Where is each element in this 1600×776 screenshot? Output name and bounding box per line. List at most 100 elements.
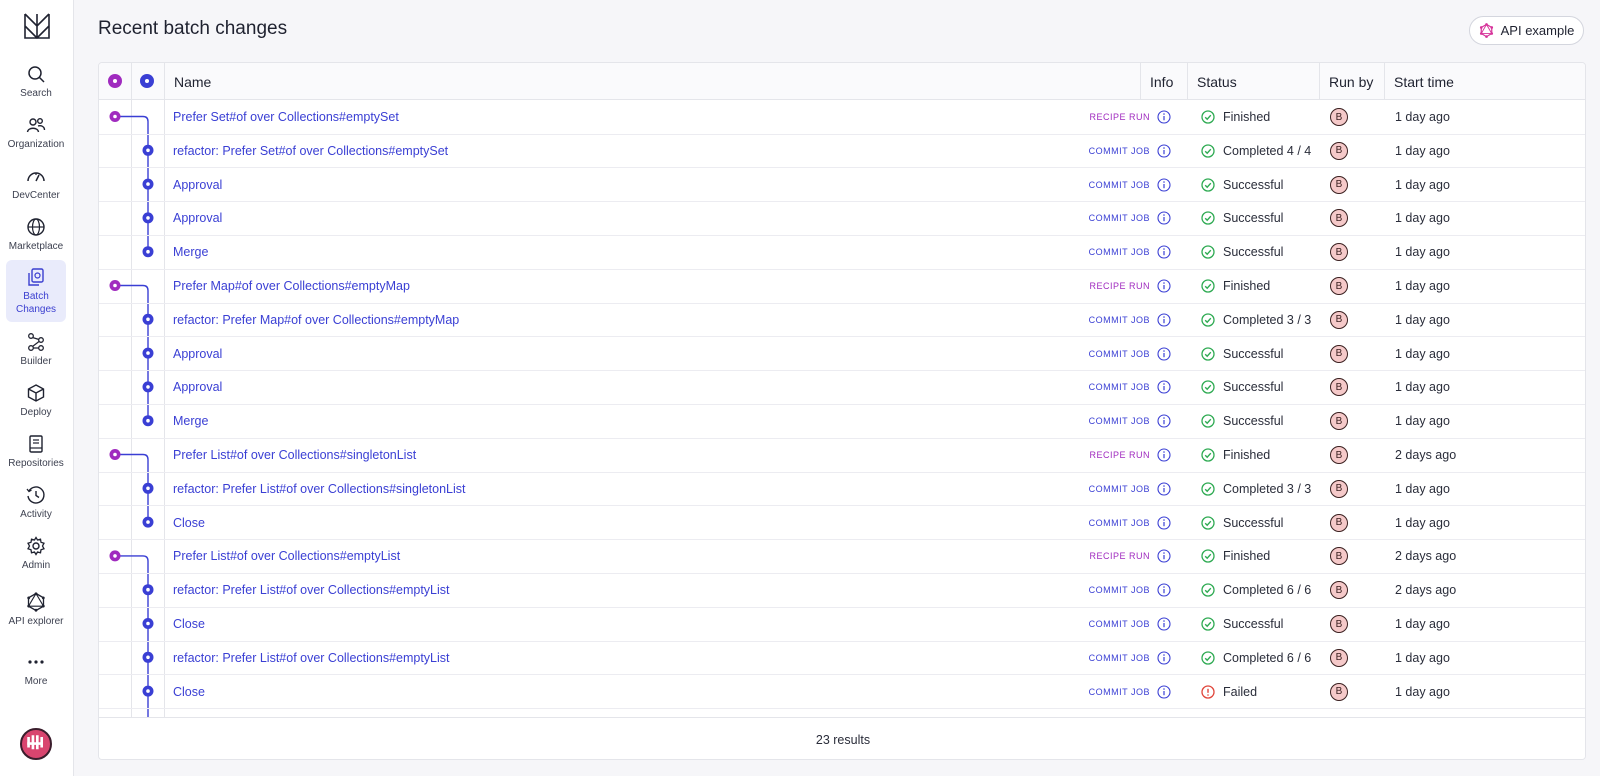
row-name-link[interactable]: Prefer List#of over Collections#singleto… — [173, 438, 416, 472]
sidebar-item-more[interactable]: More — [6, 644, 66, 696]
row-name-link[interactable]: Merge — [173, 404, 208, 438]
run-by-avatar[interactable]: B — [1330, 310, 1348, 329]
recipe-run-filter-icon[interactable] — [108, 74, 122, 88]
row-name-link[interactable]: Approval — [173, 201, 222, 235]
sidebar-item-devcenter[interactable]: DevCenter — [6, 158, 66, 210]
row-name-link[interactable]: Prefer Set#of over Collections#emptySet — [173, 100, 399, 134]
recipe-run-row[interactable]: Prefer Set#of over Collections#emptySet R… — [99, 100, 1585, 135]
recipe-run-row[interactable]: Prefer List#of over Collections#emptyLis… — [99, 539, 1585, 574]
commit-job-row[interactable]: refactor: Prefer List#of over Collection… — [99, 472, 1585, 507]
row-name-link[interactable]: refactor: Prefer List#of over Collection… — [173, 573, 450, 607]
info-icon[interactable] — [1157, 144, 1171, 158]
info-icon[interactable] — [1157, 482, 1171, 496]
info-icon[interactable] — [1157, 685, 1171, 699]
run-by-avatar[interactable]: B — [1330, 547, 1348, 566]
row-name-link[interactable]: Close — [173, 607, 205, 641]
column-header-info[interactable]: Info — [1150, 63, 1173, 100]
row-name-link[interactable]: Approval — [173, 168, 222, 202]
run-by-avatar[interactable]: B — [1330, 344, 1348, 363]
info-icon[interactable] — [1157, 178, 1171, 192]
run-by-avatar[interactable]: B — [1330, 277, 1348, 295]
row-type-label: COMMIT JOB — [1088, 652, 1150, 663]
info-icon[interactable] — [1157, 448, 1171, 462]
user-avatar[interactable] — [20, 728, 52, 760]
run-by-avatar[interactable]: B — [1330, 209, 1348, 228]
info-icon[interactable] — [1157, 651, 1171, 665]
builder-icon — [28, 333, 44, 351]
info-icon[interactable] — [1157, 549, 1171, 563]
run-by-avatar[interactable]: B — [1330, 175, 1348, 194]
sidebar-item-marketplace[interactable]: Marketplace — [6, 209, 66, 261]
commit-job-row[interactable]: Close COMMIT JOB B Successful 1 day ago — [99, 506, 1585, 541]
commit-job-row[interactable]: refactor: Prefer List#of over Collection… — [99, 573, 1585, 608]
column-header-status[interactable]: Status — [1197, 63, 1237, 100]
run-by-avatar[interactable]: B — [1330, 648, 1348, 667]
run-by-avatar[interactable]: B — [1330, 581, 1348, 600]
check-circle-icon — [1201, 482, 1215, 496]
commit-job-row[interactable] — [99, 708, 1585, 717]
row-name-link[interactable]: refactor: Prefer Set#of over Collections… — [173, 134, 448, 168]
info-icon[interactable] — [1157, 617, 1171, 631]
row-name-link[interactable]: refactor: Prefer List#of over Collection… — [173, 641, 450, 675]
info-icon[interactable] — [1157, 245, 1171, 259]
run-by-avatar[interactable]: B — [1330, 615, 1348, 633]
sidebar-item-api-explorer[interactable]: API explorer — [6, 579, 66, 641]
run-by-avatar[interactable]: B — [1330, 412, 1348, 431]
info-icon[interactable] — [1157, 313, 1171, 327]
info-icon[interactable] — [1157, 414, 1171, 428]
commit-job-row[interactable]: Approval COMMIT JOB B Successful 1 day ago — [99, 370, 1585, 405]
column-header-name[interactable]: Name — [174, 63, 211, 100]
commit-job-row[interactable]: Close COMMIT JOB B Successful 1 day ago — [99, 607, 1585, 642]
info-icon[interactable] — [1157, 516, 1171, 530]
row-name-link[interactable]: Close — [173, 675, 205, 709]
moderne-logo[interactable] — [23, 12, 51, 40]
sidebar-item-admin[interactable]: Admin — [6, 528, 66, 580]
run-by-avatar[interactable]: B — [1330, 479, 1348, 498]
run-by-avatar[interactable]: B — [1330, 513, 1348, 532]
sidebar-item-organization[interactable]: Organization — [6, 107, 66, 159]
sidebar-item-deploy[interactable]: Deploy — [6, 375, 66, 427]
row-name-link[interactable]: Prefer Map#of over Collections#emptyMap — [173, 269, 410, 303]
run-by-avatar[interactable]: B — [1330, 378, 1348, 397]
row-status: Successful — [1223, 211, 1284, 226]
column-header-run-by[interactable]: Run by — [1329, 63, 1373, 100]
recipe-run-row[interactable]: Prefer Map#of over Collections#emptyMap R… — [99, 269, 1585, 304]
recipe-run-row[interactable]: Prefer List#of over Collections#singleto… — [99, 438, 1585, 473]
info-icon[interactable] — [1157, 583, 1171, 597]
run-by-avatar[interactable]: B — [1330, 141, 1348, 160]
row-name-link[interactable]: refactor: Prefer Map#of over Collections… — [173, 303, 459, 337]
row-name-link[interactable]: Approval — [173, 370, 222, 404]
commit-job-row[interactable]: Merge COMMIT JOB B Successful 1 day ago — [99, 235, 1585, 270]
commit-job-row[interactable]: refactor: Prefer Set#of over Collections… — [99, 134, 1585, 169]
run-by-avatar[interactable]: B — [1330, 446, 1348, 464]
sidebar-item-batch-changes[interactable]: Batch Changes — [6, 260, 66, 322]
sidebar-item-builder[interactable]: Builder — [6, 324, 66, 376]
run-by-avatar[interactable]: B — [1330, 682, 1348, 701]
row-name-link[interactable]: Prefer List#of over Collections#emptyLis… — [173, 539, 400, 573]
row-name-link[interactable]: Close — [173, 506, 205, 540]
commit-job-row[interactable]: Merge COMMIT JOB B Successful 1 day ago — [99, 404, 1585, 439]
commit-job-row[interactable]: Approval COMMIT JOB B Successful 1 day ago — [99, 201, 1585, 236]
sidebar-item-repositories[interactable]: Repositories — [6, 426, 66, 478]
row-name-link[interactable]: Approval — [173, 337, 222, 371]
row-name-link[interactable]: Merge — [173, 235, 208, 269]
commit-job-row[interactable]: Approval COMMIT JOB B Successful 1 day ago — [99, 337, 1585, 372]
commit-job-row[interactable]: refactor: Prefer Map#of over Collections… — [99, 303, 1585, 338]
info-icon[interactable] — [1157, 110, 1171, 124]
commit-job-row[interactable]: Approval COMMIT JOB B Successful 1 day ago — [99, 168, 1585, 203]
commit-job-row[interactable]: Close COMMIT JOB B Failed 1 day ago — [99, 675, 1585, 710]
column-header-start-time[interactable]: Start time — [1394, 63, 1454, 100]
row-start-time: 1 day ago — [1395, 414, 1450, 429]
sidebar-item-activity[interactable]: Activity — [6, 477, 66, 529]
commit-job-filter-icon[interactable] — [140, 74, 154, 88]
commit-job-row[interactable]: refactor: Prefer List#of over Collection… — [99, 641, 1585, 676]
info-icon[interactable] — [1157, 347, 1171, 361]
info-icon[interactable] — [1157, 279, 1171, 293]
row-name-link[interactable]: refactor: Prefer List#of over Collection… — [173, 472, 466, 506]
run-by-avatar[interactable]: B — [1330, 108, 1348, 126]
info-icon[interactable] — [1157, 380, 1171, 394]
run-by-avatar[interactable]: B — [1330, 243, 1348, 262]
sidebar-item-search[interactable]: Search — [6, 56, 66, 108]
info-icon[interactable] — [1157, 211, 1171, 225]
api-example-button[interactable]: API example — [1469, 16, 1584, 45]
